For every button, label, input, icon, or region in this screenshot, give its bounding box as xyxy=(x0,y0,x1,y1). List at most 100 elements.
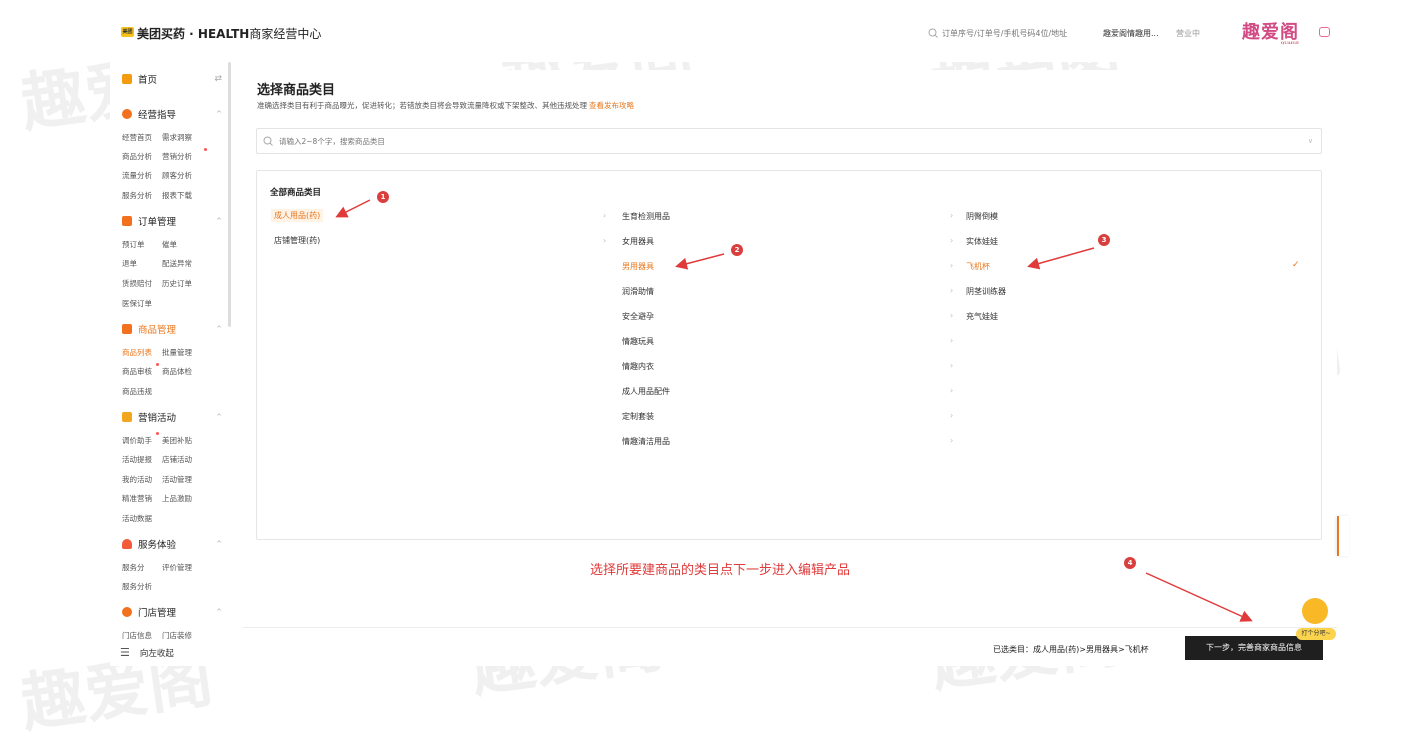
category-l1-item[interactable]: 店铺管理(药) xyxy=(274,235,320,246)
sidebar-link[interactable]: 需求洞察 xyxy=(162,132,192,143)
sidebar-link[interactable]: 活动数据 xyxy=(122,513,152,524)
top-header: 美团 美团买药 · HEALTH商家经营中心 趣爱阁情趣用... 营业中 趣爱阁… xyxy=(0,0,1417,62)
page-title: 选择商品类目 xyxy=(257,83,336,98)
category-l2-item[interactable]: 定制套装 xyxy=(622,411,654,422)
annotation-caption: 选择所要建商品的类目点下一步进入编辑产品 xyxy=(590,563,851,578)
store-name[interactable]: 趣爱阁情趣用... xyxy=(1103,28,1159,39)
sidebar-link[interactable]: 赁损赔付 xyxy=(122,278,152,289)
sidebar-link[interactable]: 服务分 xyxy=(122,562,145,573)
category-l2-item[interactable]: 情趣内衣 xyxy=(622,361,654,372)
sidebar-link[interactable]: 顾客分析 xyxy=(162,170,192,181)
chevron-right-icon: › xyxy=(950,436,954,445)
collapse-sidebar-button[interactable]: ☰ 向左收起 xyxy=(120,646,174,659)
sidebar-link[interactable]: 预订单 xyxy=(122,239,145,250)
sidebar-link[interactable]: 商品分析 xyxy=(122,151,152,162)
order-search[interactable] xyxy=(928,25,1088,41)
category-l2-item[interactable]: 情趣清洁用品 xyxy=(622,436,670,447)
sidebar-link[interactable]: 商品体检 xyxy=(162,366,192,377)
category-l3-item[interactable]: 阴茎训练器 xyxy=(966,286,1006,297)
category-search[interactable]: ∨ xyxy=(256,128,1322,154)
category-l1-item[interactable]: 成人用品(药) xyxy=(271,209,324,222)
sidebar-link[interactable]: 报表下载 xyxy=(162,190,192,201)
chevron-up-icon: ^ xyxy=(216,413,222,421)
search-icon xyxy=(263,136,273,146)
sidebar-link[interactable]: 活动提报 xyxy=(122,454,152,465)
category-l3-item[interactable]: 飞机杯 xyxy=(966,261,990,272)
annotation-step-1: 1 xyxy=(377,191,389,203)
search-icon xyxy=(928,28,938,38)
sidebar-link[interactable]: 门店信息 xyxy=(122,630,152,641)
category-column-title: 全部商品类目 xyxy=(270,188,322,198)
page-description: 准确选择类目有利于商品曝光，促进转化；若错放类目将会导致流量降权或下架整改、其他… xyxy=(257,101,634,110)
sidebar-link[interactable]: 催单 xyxy=(162,239,177,250)
home-icon xyxy=(122,74,132,84)
sidebar-link[interactable]: 医保订单 xyxy=(122,298,152,309)
chevron-right-icon: › xyxy=(950,236,954,245)
switch-icon[interactable]: ⇄ xyxy=(214,74,222,84)
sidebar-link[interactable]: 历史订单 xyxy=(162,278,192,289)
order-search-input[interactable] xyxy=(942,28,1082,38)
chevron-right-icon: › xyxy=(950,411,954,420)
sidebar-link[interactable]: 服务分析 xyxy=(122,190,152,201)
sidebar-link[interactable]: 商品审核 xyxy=(122,366,152,377)
sidebar-link[interactable]: 活动管理 xyxy=(162,474,192,485)
category-l3-item[interactable]: 阴臀倒模 xyxy=(966,211,998,222)
category-l2-item[interactable]: 男用器具 xyxy=(622,261,654,272)
category-l2-item[interactable]: 情趣玩具 xyxy=(622,336,654,347)
chevron-right-icon: › xyxy=(950,336,954,345)
sidebar-link[interactable]: 门店装修 xyxy=(162,630,192,641)
chevron-up-icon: ^ xyxy=(216,217,222,225)
selected-category-path: 已选类目：成人用品(药)>男用器具>飞机杯 xyxy=(993,645,1149,654)
category-l3-item[interactable]: 实体娃娃 xyxy=(966,236,998,247)
category-l2-item[interactable]: 润滑助情 xyxy=(622,286,654,297)
chevron-right-icon: › xyxy=(950,386,954,395)
sidebar-group-products[interactable]: 商品管理 ^ xyxy=(122,322,222,336)
sidebar-link[interactable]: 店铺活动 xyxy=(162,454,192,465)
category-l2-item[interactable]: 生育检测用品 xyxy=(622,211,670,222)
category-l2-item[interactable]: 安全避孕 xyxy=(622,311,654,322)
sidebar-link-product-list[interactable]: 商品列表 xyxy=(122,347,152,358)
sidebar-link[interactable]: 评价管理 xyxy=(162,562,192,573)
sidebar-link[interactable]: 调价助手 xyxy=(122,435,152,446)
category-l2-item[interactable]: 女用器具 xyxy=(622,236,654,247)
sidebar-scrollbar[interactable] xyxy=(228,62,231,327)
chevron-right-icon: › xyxy=(603,211,607,220)
order-icon xyxy=(122,216,132,226)
category-search-input[interactable] xyxy=(279,136,679,146)
new-dot-icon xyxy=(156,432,159,435)
footer-bar xyxy=(243,627,1337,666)
sidebar-link[interactable]: 经营首页 xyxy=(122,132,152,143)
sidebar-link[interactable]: 上品激励 xyxy=(162,493,192,504)
sidebar-group-business[interactable]: 经营指导 ^ xyxy=(122,107,222,121)
sidebar-link[interactable]: 服务分析 xyxy=(122,581,152,592)
sidebar-link[interactable]: 营销分析 xyxy=(162,151,192,162)
sidebar-link[interactable]: 退单 xyxy=(122,258,137,269)
category-l2-item[interactable]: 成人用品配件 xyxy=(622,386,670,397)
category-l3-item[interactable]: 充气娃娃 xyxy=(966,311,998,322)
side-feedback-tab[interactable] xyxy=(1337,516,1349,556)
sidebar-group-orders[interactable]: 订单管理 ^ xyxy=(122,214,222,228)
rating-mascot[interactable]: 打个分吧~ xyxy=(1296,598,1336,640)
sidebar-link[interactable]: 商品违规 xyxy=(122,386,152,397)
mascot-face-icon xyxy=(1302,598,1328,624)
chevron-right-icon: › xyxy=(603,236,607,245)
sidebar-link[interactable]: 批量管理 xyxy=(162,347,192,358)
menu-icon: ☰ xyxy=(120,646,130,659)
chevron-right-icon: › xyxy=(950,311,954,320)
annotation-step-3: 3 xyxy=(1098,234,1110,246)
message-icon[interactable] xyxy=(1319,27,1330,37)
sidebar-link[interactable]: 配送异常 xyxy=(162,258,192,269)
sidebar-group-marketing[interactable]: 营销活动 ^ xyxy=(122,410,222,424)
annotation-step-4: 4 xyxy=(1124,557,1136,569)
sidebar-item-home[interactable]: 首页 ⇄ xyxy=(122,72,222,86)
sidebar-link[interactable]: 流量分析 xyxy=(122,170,152,181)
sidebar-link[interactable]: 我的活动 xyxy=(122,474,152,485)
new-dot-icon xyxy=(156,363,159,366)
sidebar-link[interactable]: 美团补贴 xyxy=(162,435,192,446)
sidebar-link[interactable]: 精准营销 xyxy=(122,493,152,504)
sidebar-group-store[interactable]: 门店管理 ^ xyxy=(122,605,222,619)
chevron-down-icon[interactable]: ∨ xyxy=(1308,137,1313,145)
sidebar-group-service[interactable]: 服务体验 ^ xyxy=(122,537,222,551)
store-icon xyxy=(122,607,132,617)
publish-guide-link[interactable]: 查看发布攻略 xyxy=(589,101,634,110)
